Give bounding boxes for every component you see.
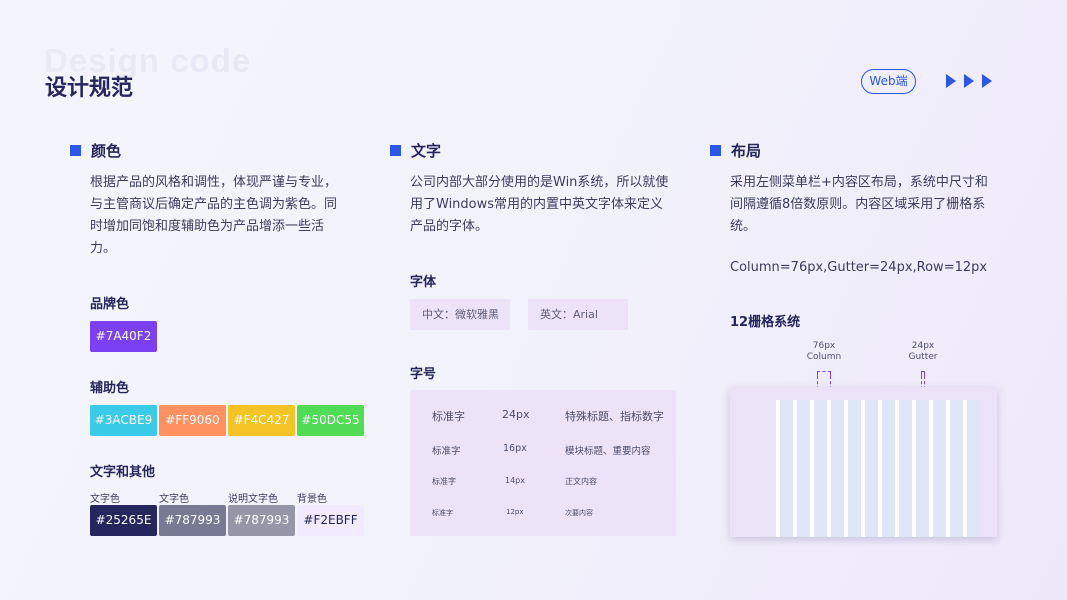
brand-color-label: 品牌色: [90, 297, 130, 312]
color-desc-line: 根据产品的风格和调性，体现严谨与专业，: [90, 175, 338, 190]
size-row-size: 12px: [506, 508, 524, 516]
gutter-size-value: 24px: [911, 341, 935, 351]
text-color-label: 文字色: [159, 494, 189, 505]
aux-color-label: 辅助色: [90, 381, 130, 396]
aux-color-swatch: #F4C427: [228, 405, 295, 436]
section-bullet-icon: [70, 145, 81, 156]
text-desc-line: 产品的字体。: [410, 219, 489, 234]
text-description: 公司内部大部分使用的是Win系统，所以就使 用了Windows常用的内置中英文字…: [410, 172, 690, 238]
layout-desc-line: 间隔遵循8倍数原则。内容区域采用了栅格系: [730, 197, 986, 212]
play-arrow-icon: [982, 74, 992, 88]
play-arrow-icon: [946, 74, 956, 88]
other-color-label: 文字和其他: [90, 465, 156, 480]
play-arrow-icon: [964, 74, 974, 88]
size-row-size: 24px: [502, 408, 530, 421]
layout-section-heading: 布局: [710, 140, 761, 161]
color-desc-line: 与主管商议后确定产品的主色调为紫色。同: [90, 197, 338, 212]
background-color-swatch: #F2EBFF: [297, 505, 364, 536]
text-desc-line: 用了Windows常用的内置中英文字体来定义: [410, 197, 664, 212]
size-row-name: 标准字: [432, 446, 461, 457]
color-description: 根据产品的风格和调性，体现严谨与专业， 与主管商议后确定产品的主色调为紫色。同 …: [90, 172, 360, 260]
size-row-name: 标准字: [432, 477, 456, 486]
caption-color-swatch: #787993: [228, 505, 295, 536]
layout-description: 采用左侧菜单栏+内容区布局，系统中尺寸和 间隔遵循8倍数原则。内容区域采用了栅格…: [730, 172, 1020, 238]
grid-column: [967, 400, 980, 537]
grid-column: [899, 400, 912, 537]
grid-system-label: 12栅格系统: [730, 315, 801, 330]
section-bullet-icon: [390, 145, 401, 156]
english-font-tag: 英文：Arial: [528, 299, 628, 330]
layout-desc-line: 统。: [730, 219, 757, 234]
chinese-font-tag: 中文：微软雅黑: [410, 299, 510, 330]
font-size-table: 标准字 24px 特殊标题、指标数字 标准字 16px 模块标题、重要内容 标准…: [410, 390, 676, 536]
text-color-swatch: #787993: [159, 505, 226, 536]
column-size-value: 76px: [812, 341, 836, 351]
web-platform-badge: Web端: [861, 69, 916, 94]
size-row-usage: 正文内容: [565, 477, 597, 486]
column-size-caption: 76px Column: [804, 341, 844, 363]
gutter-name: Gutter: [908, 352, 938, 362]
grid-column: [865, 400, 878, 537]
gutter-size-caption: 24px Gutter: [903, 341, 943, 363]
grid-column: [780, 400, 793, 537]
text-heading-text: 文字: [411, 142, 442, 160]
size-row-usage: 模块标题、重要内容: [565, 446, 651, 457]
column-name: Column: [806, 352, 842, 362]
brand-color-swatch: #7A40F2: [90, 321, 157, 352]
color-section-heading: 颜色: [70, 140, 121, 161]
aux-color-swatch: #50DC55: [297, 405, 364, 436]
grid-column: [797, 400, 810, 537]
color-desc-line: 时增加同饱和度辅助色为产品增添一些活: [90, 219, 325, 234]
background-color-label: 背景色: [297, 494, 327, 505]
color-heading-text: 颜色: [91, 142, 122, 160]
font-size-label: 字号: [410, 367, 437, 382]
text-desc-line: 公司内部大部分使用的是Win系统，所以就使: [410, 175, 669, 190]
text-color-label: 文字色: [90, 494, 120, 505]
grid-column: [950, 400, 963, 537]
layout-desc-line: 采用左侧菜单栏+内容区布局，系统中尺寸和: [730, 175, 988, 190]
page-title: 设计规范: [45, 76, 134, 101]
grid-column: [916, 400, 929, 537]
aux-color-swatch: #3ACBE9: [90, 405, 157, 436]
font-family-label: 字体: [410, 275, 437, 290]
grid-column: [933, 400, 946, 537]
grid-column: [831, 400, 844, 537]
size-row-name: 标准字: [432, 410, 465, 423]
next-arrows[interactable]: [946, 74, 992, 88]
grid-column: [882, 400, 895, 537]
caption-color-label: 说明文字色: [228, 494, 278, 505]
section-bullet-icon: [710, 145, 721, 156]
grid-system-illustration: [730, 387, 997, 537]
color-desc-line: 力。: [90, 241, 117, 256]
layout-heading-text: 布局: [731, 142, 762, 160]
grid-column: [814, 400, 827, 537]
text-color-swatch: #25265E: [90, 505, 157, 536]
size-row-usage: 特殊标题、指标数字: [565, 410, 664, 423]
text-section-heading: 文字: [390, 140, 441, 161]
aux-color-swatch: #FF9060: [159, 405, 226, 436]
grid-spec-text: Column=76px,Gutter=24px,Row=12px: [730, 260, 988, 275]
grid-column: [848, 400, 861, 537]
size-row-usage: 次要内容: [565, 509, 593, 517]
size-row-name: 标准字: [432, 509, 453, 517]
size-row-size: 16px: [503, 443, 527, 454]
column-width-bracket: [817, 371, 831, 376]
size-row-size: 14px: [505, 476, 525, 485]
